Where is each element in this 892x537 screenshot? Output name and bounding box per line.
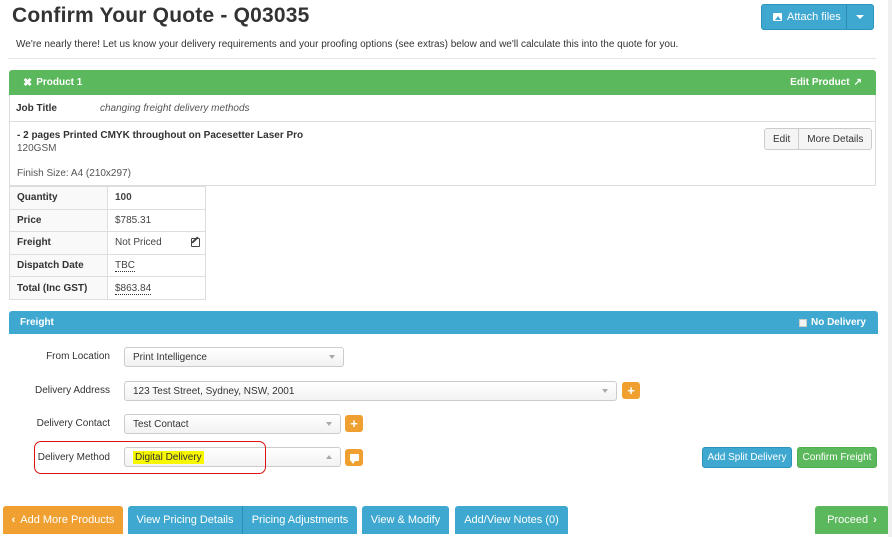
delivery-address-select[interactable]: 123 Test Street, Sydney, NSW, 2001 <box>124 381 617 401</box>
pricing-adjustments-button[interactable]: Pricing Adjustments <box>242 506 357 534</box>
page-title: Confirm Your Quote - Q03035 <box>12 4 310 27</box>
total-value[interactable]: $863.84 <box>107 276 206 300</box>
table-row: Price $785.31 <box>9 208 206 233</box>
proceed-label: Proceed <box>827 514 869 526</box>
view-modify-button[interactable]: View & Modify <box>362 506 449 534</box>
edit-button[interactable]: Edit <box>765 129 798 149</box>
dispatch-date-value[interactable]: TBC <box>107 253 206 278</box>
freight-title: Freight <box>20 317 54 328</box>
add-more-products-label: Add More Products <box>20 514 115 526</box>
confirm-freight-button[interactable]: Confirm Freight <box>797 447 877 468</box>
add-more-products-button[interactable]: ‹ Add More Products <box>3 506 123 534</box>
table-row: Total (Inc GST) $863.84 <box>9 276 206 300</box>
edit-icon[interactable] <box>191 238 200 248</box>
quantity-label: Quantity <box>9 186 108 210</box>
from-location-select[interactable]: Print Intelligence <box>124 347 344 367</box>
add-view-notes-button[interactable]: Add/View Notes (0) <box>455 506 568 534</box>
freight-label: Freight <box>9 231 108 255</box>
chevron-up-icon <box>326 455 332 459</box>
product-title: Product 1 <box>36 77 83 88</box>
add-split-delivery-button[interactable]: Add Split Delivery <box>702 447 792 468</box>
total-label: Total (Inc GST) <box>9 276 108 300</box>
dispatch-date-label: Dispatch Date <box>9 253 108 278</box>
close-icon[interactable]: ✖ <box>23 76 32 89</box>
annotation-highlight-ring <box>34 441 266 474</box>
delivery-contact-value: Test Contact <box>133 418 189 430</box>
chevron-left-icon: ‹ <box>11 514 16 526</box>
product-spec-title: - 2 pages Printed CMYK throughout on Pac… <box>17 130 304 141</box>
no-delivery-toggle[interactable]: No Delivery <box>798 317 866 328</box>
product-spec-gsm: 120GSM <box>17 143 57 154</box>
quote-summary-table: Quantity 100 Price $785.31 Freight Not P… <box>9 186 206 300</box>
product-panel-header: ✖ Product 1 Edit Product ↗ <box>9 70 876 95</box>
delivery-contact-label: Delivery Contact <box>36 418 110 429</box>
no-delivery-label: No Delivery <box>810 317 866 328</box>
attach-files-button[interactable]: Attach files <box>761 4 874 30</box>
table-row: Dispatch Date TBC <box>9 253 206 278</box>
product-action-group: Edit More Details <box>764 128 873 150</box>
delivery-address-value: 123 Test Street, Sydney, NSW, 2001 <box>133 385 295 397</box>
attach-files-label: Attach files <box>787 11 841 23</box>
quantity-value: 100 <box>107 186 206 210</box>
edit-product-link[interactable]: Edit Product ↗ <box>790 77 862 88</box>
chevron-down-icon <box>602 389 608 393</box>
price-value: $785.31 <box>107 208 206 233</box>
divider <box>8 58 876 59</box>
image-icon <box>773 13 782 21</box>
more-details-button[interactable]: More Details <box>798 129 871 149</box>
add-contact-button[interactable]: + <box>345 415 363 432</box>
chevron-down-icon <box>856 15 865 19</box>
add-address-button[interactable]: + <box>622 382 640 399</box>
table-row: Quantity 100 <box>9 186 206 210</box>
intro-text: We're nearly there! Let us know your del… <box>16 39 679 50</box>
delivery-address-label: Delivery Address <box>34 385 110 396</box>
delivery-notes-button[interactable] <box>345 449 363 466</box>
job-title-value: changing freight delivery methods <box>100 102 250 114</box>
attach-files-main[interactable]: Attach files <box>762 5 848 29</box>
external-link-icon: ↗ <box>853 77 862 88</box>
freight-value: Not Priced <box>107 231 206 255</box>
edit-product-label: Edit Product <box>790 77 850 88</box>
delivery-contact-select[interactable]: Test Contact <box>124 414 341 434</box>
no-delivery-checkbox[interactable] <box>798 318 807 327</box>
freight-value-text: Not Priced <box>115 237 162 249</box>
chevron-right-icon: › <box>873 514 877 526</box>
proceed-button[interactable]: Proceed › <box>815 506 889 534</box>
job-title-row: Job Title changing freight delivery meth… <box>9 95 876 122</box>
product-spec-box: - 2 pages Printed CMYK throughout on Pac… <box>9 122 876 186</box>
chevron-down-icon <box>326 422 332 426</box>
from-location-label: From Location <box>46 351 110 362</box>
product-finish-size: Finish Size: A4 (210x297) <box>17 168 131 179</box>
attach-files-dropdown-toggle[interactable] <box>847 15 873 19</box>
scrollbar[interactable] <box>888 0 892 537</box>
chevron-down-icon <box>329 355 335 359</box>
view-pricing-details-button[interactable]: View Pricing Details <box>128 506 242 534</box>
price-label: Price <box>9 208 108 233</box>
table-row: Freight Not Priced <box>9 231 206 255</box>
job-title-label: Job Title <box>16 102 57 114</box>
from-location-value: Print Intelligence <box>133 351 207 363</box>
freight-panel-header: Freight No Delivery <box>9 311 878 334</box>
comment-icon <box>349 454 359 464</box>
